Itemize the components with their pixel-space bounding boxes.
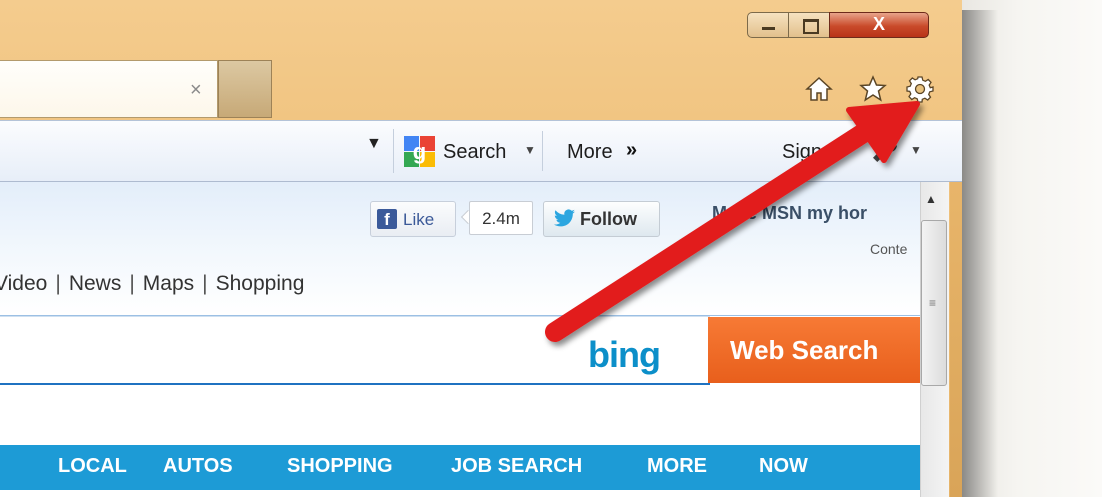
- category-now[interactable]: NOW: [759, 455, 808, 478]
- nav-link-news[interactable]: News: [69, 272, 122, 295]
- sign-in-button[interactable]: Sign In: [782, 141, 844, 164]
- scroll-up-arrow-icon[interactable]: ▲: [925, 192, 937, 206]
- home-icon[interactable]: [804, 74, 834, 104]
- category-bar: LOCAL AUTOS SHOPPING JOB SEARCH MORE NOW: [0, 445, 920, 490]
- nav-separator: |: [55, 272, 61, 295]
- make-msn-homepage-link[interactable]: Make MSN my hor: [712, 203, 867, 224]
- more-chevron-icon: »: [626, 139, 638, 161]
- facebook-like-button[interactable]: f Like: [370, 201, 456, 237]
- category-autos[interactable]: AUTOS: [163, 455, 233, 478]
- browser-window: X × ▼ g Search ▼ More » Sign In ▼ f Like…: [0, 0, 962, 497]
- minimize-button[interactable]: [747, 12, 789, 38]
- category-job-search[interactable]: JOB SEARCH: [451, 455, 582, 478]
- nav-separator: |: [129, 272, 135, 295]
- twitter-follow-button[interactable]: Follow: [543, 201, 660, 237]
- category-shopping[interactable]: SHOPPING: [287, 455, 393, 478]
- separator: [393, 129, 394, 173]
- search-dropdown-icon[interactable]: ▼: [524, 143, 536, 157]
- nav-links: Video | News | Maps | Shopping: [0, 272, 304, 296]
- follow-label: Follow: [580, 209, 637, 229]
- more-button[interactable]: More: [567, 141, 613, 164]
- tab-close-icon[interactable]: ×: [190, 79, 202, 102]
- scrollbar-grip-icon: ≡: [929, 296, 937, 310]
- window-shadow: [958, 10, 998, 497]
- category-local[interactable]: LOCAL: [58, 455, 127, 478]
- active-tab[interactable]: ×: [0, 60, 218, 118]
- nav-link-video[interactable]: Video: [0, 272, 47, 295]
- close-window-button[interactable]: X: [829, 12, 929, 38]
- svg-text:g: g: [413, 139, 426, 164]
- signin-dropdown-icon[interactable]: ▼: [910, 143, 922, 157]
- window-frame-edge: [950, 182, 962, 497]
- facebook-icon: f: [377, 209, 397, 229]
- twitter-bird-icon: [554, 208, 576, 234]
- tab-strip: ×: [0, 60, 272, 120]
- content-link[interactable]: Conte: [870, 241, 907, 257]
- google-toolbar-logo-icon[interactable]: g: [404, 136, 435, 167]
- category-more[interactable]: MORE: [647, 455, 707, 478]
- command-bar: ▼ g Search ▼ More » Sign In ▼: [0, 120, 962, 182]
- address-dropdown-icon[interactable]: ▼: [366, 135, 382, 153]
- nav-separator: |: [202, 272, 208, 295]
- google-search-button[interactable]: Search: [443, 141, 506, 164]
- gear-icon[interactable]: [905, 74, 935, 104]
- nav-link-shopping[interactable]: Shopping: [216, 272, 305, 295]
- like-count: 2.4m: [469, 201, 533, 235]
- separator: [542, 131, 543, 171]
- new-tab-button[interactable]: [218, 60, 272, 118]
- maximize-icon: [803, 19, 819, 34]
- web-page: f Like 2.4m Follow Make MSN my hor Conte…: [0, 182, 920, 497]
- page-header: f Like 2.4m Follow Make MSN my hor Conte…: [0, 182, 920, 316]
- like-label: Like: [403, 210, 435, 229]
- close-icon: X: [872, 14, 885, 34]
- nav-link-maps[interactable]: Maps: [143, 272, 194, 295]
- maximize-button[interactable]: [788, 12, 830, 38]
- minimize-icon: [762, 27, 775, 30]
- bing-logo: bing: [588, 334, 661, 375]
- web-search-button[interactable]: Web Search: [708, 317, 920, 383]
- star-icon[interactable]: [858, 74, 888, 104]
- wrench-icon[interactable]: [870, 135, 900, 172]
